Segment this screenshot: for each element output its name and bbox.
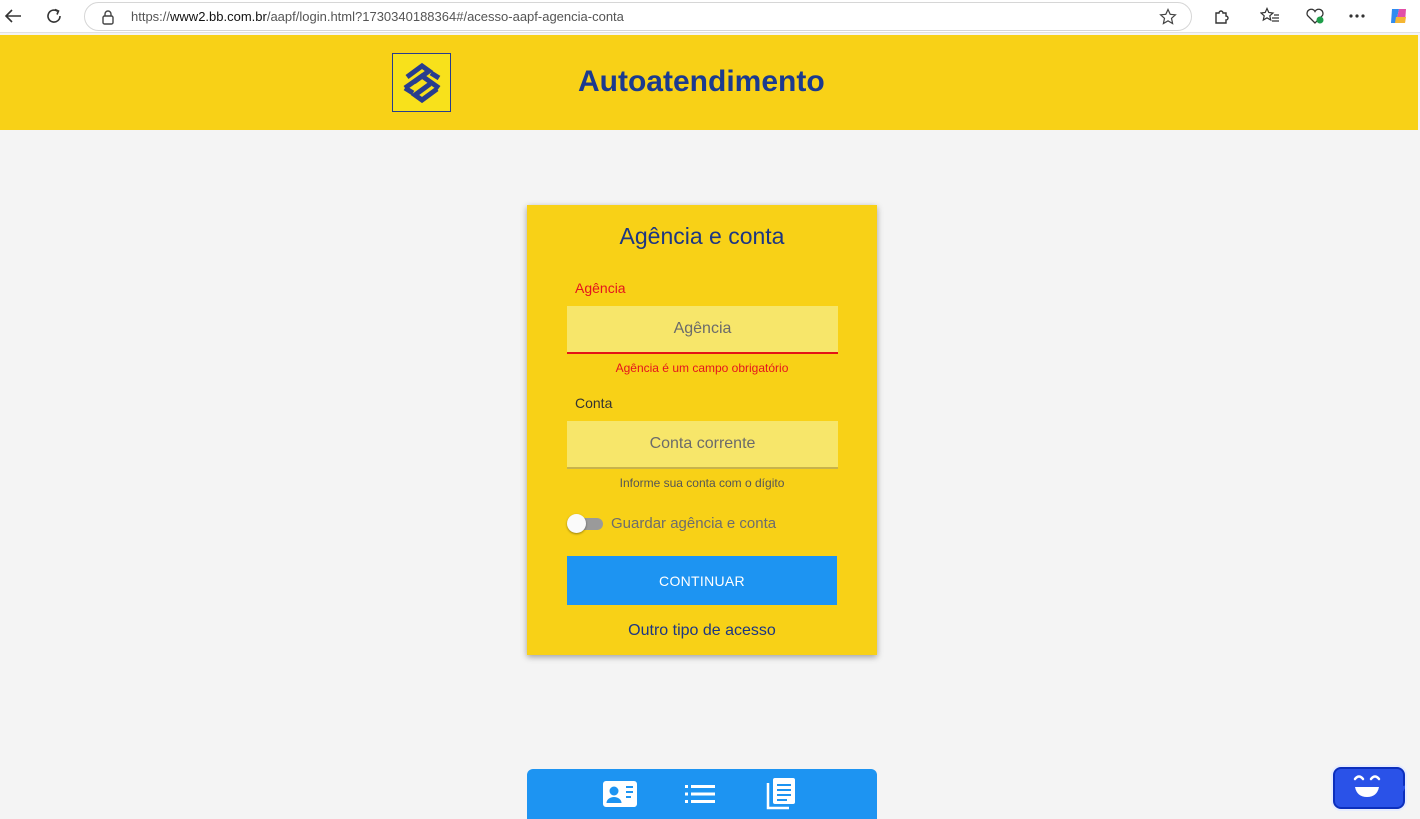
- contact-card-icon[interactable]: [600, 777, 640, 811]
- conta-hint: Informe sua conta com o dígito: [619, 476, 785, 490]
- chat-assistant-button[interactable]: [1333, 767, 1405, 809]
- url-prefix: https://: [131, 9, 171, 24]
- browser-toolbar: https://www2.bb.com.br/aapf/login.html?1…: [0, 0, 1420, 33]
- url-text: https://www2.bb.com.br/aapf/login.html?1…: [131, 9, 624, 24]
- agencia-error-message: Agência é um campo obrigatório: [615, 361, 789, 375]
- remember-toggle[interactable]: [567, 514, 603, 533]
- conta-input[interactable]: [567, 421, 838, 469]
- list-icon[interactable]: [680, 777, 720, 811]
- agencia-input[interactable]: [567, 306, 838, 354]
- refresh-icon[interactable]: [41, 4, 67, 28]
- extensions-icon[interactable]: [1209, 5, 1233, 27]
- page-title: Autoatendimento: [578, 65, 825, 98]
- card-title: Agência e conta: [619, 223, 785, 249]
- url-host: www2.bb.com.br: [170, 9, 267, 24]
- conta-label: Conta: [575, 395, 613, 411]
- continue-button[interactable]: CONTINUAR: [567, 556, 837, 605]
- other-access-link[interactable]: Outro tipo de acesso: [527, 622, 877, 640]
- banco-do-brasil-logo[interactable]: [392, 53, 451, 112]
- favorites-icon[interactable]: [1258, 5, 1282, 27]
- toggle-knob: [567, 514, 586, 533]
- documents-icon[interactable]: [761, 777, 801, 811]
- site-header: Autoatendimento: [0, 35, 1418, 130]
- login-card: Agência e conta Agência Agência é um cam…: [527, 205, 877, 655]
- favorite-star-icon[interactable]: [1159, 8, 1177, 31]
- bottom-nav-bar: [527, 769, 877, 819]
- copilot-icon[interactable]: [1387, 5, 1411, 27]
- more-options-icon[interactable]: [1345, 5, 1369, 27]
- back-icon[interactable]: [0, 4, 26, 28]
- lock-icon[interactable]: [101, 9, 115, 30]
- agencia-label: Agência: [575, 280, 626, 296]
- remember-label[interactable]: Guardar agência e conta: [611, 515, 776, 532]
- url-path: /aapf/login.html?1730340188364#/acesso-a…: [266, 9, 624, 24]
- browser-health-icon[interactable]: [1303, 5, 1327, 27]
- address-bar[interactable]: https://www2.bb.com.br/aapf/login.html?1…: [84, 2, 1192, 31]
